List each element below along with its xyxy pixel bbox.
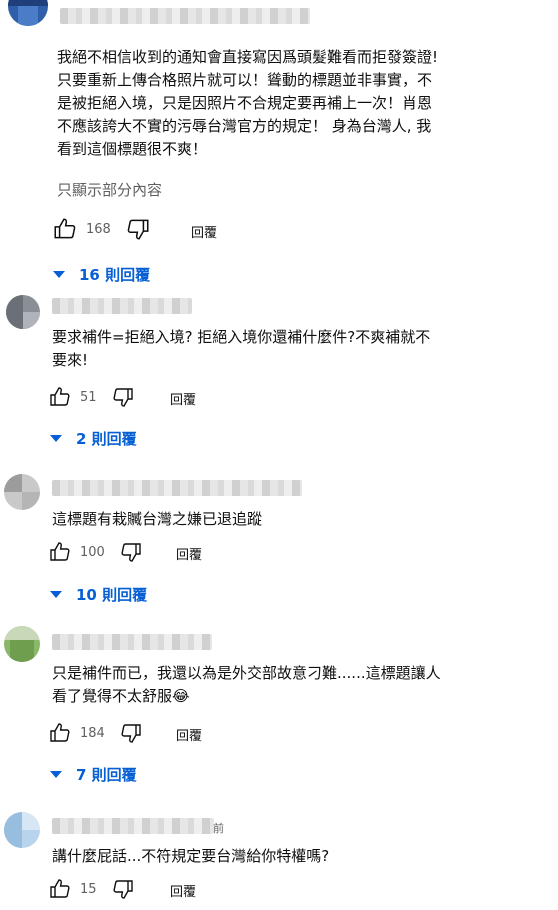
avatar[interactable] [4,812,40,848]
replies-label: 7 則回覆 [76,766,137,784]
chevron-down-icon [50,771,62,778]
comment-text: 這標題有栽贓台灣之嫌已退追蹤 [52,510,263,528]
reply-button[interactable]: 回覆 [176,544,202,563]
comment-actions: 51 [48,384,135,410]
avatar[interactable] [8,0,48,26]
reply-button[interactable]: 回覆 [170,389,196,408]
comment-text: 要求補件=拒絕入境? 拒絕入境你還補什麼件?不爽補就不 要來! [52,328,431,369]
replies-label: 16 則回覆 [79,266,151,284]
like-icon[interactable] [48,385,72,409]
reply-button[interactable]: 回覆 [191,222,217,241]
comment-actions: 168 [52,216,151,242]
like-icon[interactable] [48,877,72,901]
author-name[interactable] [52,818,214,834]
author-name[interactable] [52,298,192,314]
view-replies-button[interactable]: 2 則回覆 [50,428,137,449]
comment-actions: 15 [48,876,135,902]
comment-actions: 184 [48,720,143,746]
chevron-down-icon [50,435,62,442]
comment-text: 講什麼屁話...不符規定要台灣給你特權嗎? [52,847,330,865]
like-count: 184 [80,725,105,741]
comment-text: 只是補件而已，我還以為是外交部故意刁難......這標題讓人 看了覺得不太舒服😂 [52,664,441,705]
view-replies-button[interactable]: 16 則回覆 [53,264,150,285]
reply-button[interactable]: 回覆 [170,881,196,900]
view-replies-button[interactable]: 7 則回覆 [50,764,137,785]
author-name[interactable] [52,634,212,650]
author-name[interactable] [60,8,310,24]
dislike-icon[interactable] [125,216,151,242]
replies-label: 10 則回覆 [76,586,148,604]
comment-actions: 100 [48,539,143,565]
avatar[interactable] [4,474,40,510]
dislike-icon[interactable] [119,540,143,564]
author-name[interactable] [52,480,302,496]
dislike-icon[interactable] [111,385,135,409]
view-replies-button[interactable]: 10 則回覆 [50,584,147,605]
avatar[interactable] [4,626,40,662]
avatar[interactable] [6,295,40,329]
show-less-link[interactable]: 只顯示部分內容 [57,179,162,200]
like-count: 168 [86,221,111,237]
chevron-down-icon [53,271,65,278]
replies-label: 2 則回覆 [76,430,137,448]
reply-button[interactable]: 回覆 [176,725,202,744]
like-icon[interactable] [48,721,72,745]
like-icon[interactable] [48,540,72,564]
comment-text: 我絕不相信收到的通知會直接寫因爲頭髮難看而拒發簽證! 只要重新上傳合格照片就可以… [57,48,439,158]
like-icon[interactable] [52,216,78,242]
timestamp: 前 [213,822,224,835]
dislike-icon[interactable] [111,877,135,901]
like-count: 51 [80,389,97,405]
like-count: 15 [80,881,97,897]
chevron-down-icon [50,591,62,598]
like-count: 100 [80,544,105,560]
dislike-icon[interactable] [119,721,143,745]
